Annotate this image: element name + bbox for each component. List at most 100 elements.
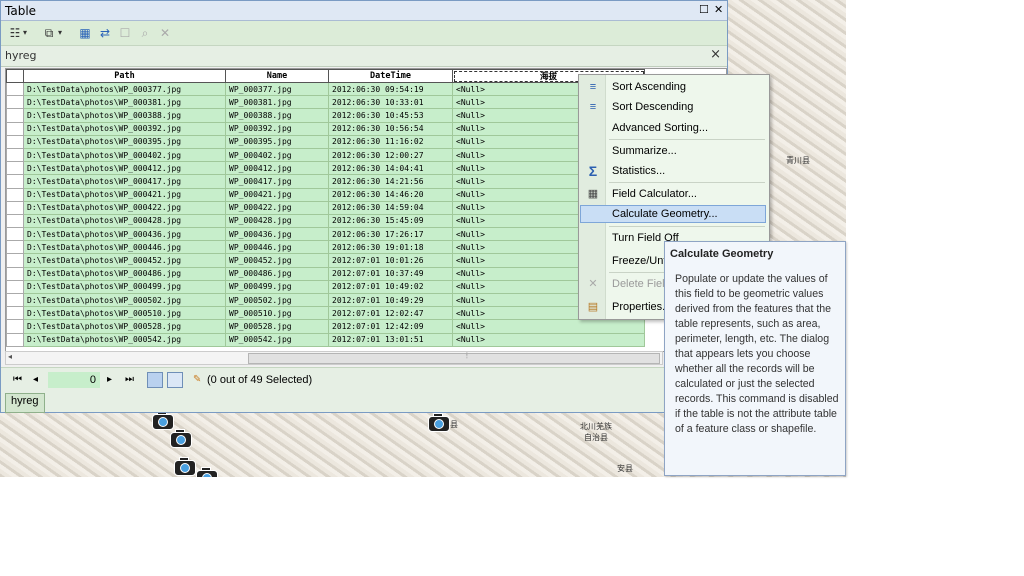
cell-path[interactable]: D:\TestData\photos\WP_000417.jpg	[23, 174, 226, 189]
row-selector[interactable]	[6, 187, 24, 202]
dropdown-arrow-icon[interactable]: ▾	[56, 25, 64, 41]
cell-datetime[interactable]: 2012:06:30 14:46:20	[328, 187, 453, 202]
camera-icon[interactable]	[428, 412, 450, 432]
zoom-to-selected-icon[interactable]: ⌕	[137, 25, 153, 41]
table-row[interactable]: D:\TestData\photos\WP_000392.jpg WP_00039…	[6, 121, 645, 136]
cell-path[interactable]: D:\TestData\photos\WP_000392.jpg	[23, 121, 226, 136]
row-selector[interactable]	[6, 319, 24, 334]
cell-name[interactable]: WP_000428.jpg	[225, 213, 329, 229]
cell-path[interactable]: D:\TestData\photos\WP_000422.jpg	[23, 200, 226, 215]
row-selector[interactable]	[6, 253, 24, 268]
row-selector[interactable]	[6, 332, 24, 347]
cell-path[interactable]: D:\TestData\photos\WP_000436.jpg	[23, 227, 226, 242]
row-selector[interactable]	[6, 200, 24, 215]
table-tab-name[interactable]: hyreg	[5, 49, 37, 62]
cell-datetime[interactable]: 2012:06:30 17:26:17	[328, 227, 453, 242]
cell-name[interactable]: WP_000412.jpg	[225, 161, 329, 176]
table-row[interactable]: D:\TestData\photos\WP_000422.jpg WP_00042…	[6, 200, 645, 215]
cell-name[interactable]: WP_000377.jpg	[225, 81, 329, 97]
table-row[interactable]: D:\TestData\photos\WP_000452.jpg WP_00045…	[6, 253, 645, 268]
row-selector[interactable]	[6, 161, 24, 176]
last-record-icon[interactable]: ⏭	[125, 374, 134, 385]
dropdown-arrow-icon[interactable]: ▾	[21, 25, 29, 41]
column-header-datetime[interactable]: DateTime	[328, 69, 453, 83]
table-row[interactable]: D:\TestData\photos\WP_000381.jpg WP_00038…	[6, 95, 645, 110]
menu-item-field-calculator[interactable]: ▦ Field Calculator...	[580, 185, 766, 203]
cell-name[interactable]: WP_000510.jpg	[225, 306, 329, 321]
cell-name[interactable]: WP_000422.jpg	[225, 200, 329, 215]
cell-datetime[interactable]: 2012:07:01 12:42:09	[328, 319, 453, 334]
table-row[interactable]: D:\TestData\photos\WP_000486.jpg WP_00048…	[6, 266, 645, 281]
scroll-thumb[interactable]	[248, 353, 660, 364]
table-row[interactable]: D:\TestData\photos\WP_000542.jpg WP_00054…	[6, 332, 645, 347]
cell-path[interactable]: D:\TestData\photos\WP_000542.jpg	[23, 332, 226, 347]
cell-datetime[interactable]: 2012:07:01 10:37:49	[328, 266, 453, 281]
row-selector[interactable]	[6, 227, 24, 242]
menu-item-sort-descending[interactable]: ≡ Sort Descending	[580, 98, 766, 116]
delete-selected-icon[interactable]: ✕	[157, 25, 173, 41]
cell-datetime[interactable]: 2012:06:30 10:56:54	[328, 121, 453, 136]
menu-item-sort-ascending[interactable]: ≡ Sort Ascending	[580, 78, 766, 96]
first-record-icon[interactable]: ⏮	[13, 374, 22, 385]
table-row[interactable]: D:\TestData\photos\WP_000528.jpg WP_00052…	[6, 319, 645, 334]
cell-path[interactable]: D:\TestData\photos\WP_000388.jpg	[23, 108, 226, 123]
camera-icon[interactable]	[170, 428, 192, 448]
row-selector[interactable]	[6, 292, 24, 308]
column-header-name[interactable]: Name	[225, 69, 329, 83]
cell-elevation[interactable]: <Null>	[452, 332, 645, 347]
cell-datetime[interactable]: 2012:06:30 14:59:04	[328, 200, 453, 215]
menu-item-advanced-sorting[interactable]: Advanced Sorting...	[580, 119, 766, 137]
clear-selection-icon[interactable]: ☐	[117, 25, 133, 41]
row-selector[interactable]	[6, 213, 24, 229]
cell-path[interactable]: D:\TestData\photos\WP_000428.jpg	[23, 213, 226, 229]
cell-datetime[interactable]: 2012:06:30 14:21:56	[328, 174, 453, 189]
table-row[interactable]: D:\TestData\photos\WP_000436.jpg WP_00043…	[6, 227, 645, 242]
table-row[interactable]: D:\TestData\photos\WP_000446.jpg WP_00044…	[6, 240, 645, 255]
table-row[interactable]: D:\TestData\photos\WP_000402.jpg WP_00040…	[6, 147, 645, 163]
next-record-icon[interactable]: ▸	[107, 374, 112, 385]
select-by-attributes-icon[interactable]: ▦	[77, 25, 93, 41]
cell-elevation[interactable]: <Null>	[452, 319, 645, 334]
scroll-left-icon[interactable]: ◂	[8, 352, 12, 361]
cell-name[interactable]: WP_000486.jpg	[225, 266, 329, 281]
cell-path[interactable]: D:\TestData\photos\WP_000412.jpg	[23, 161, 226, 176]
table-row[interactable]: D:\TestData\photos\WP_000388.jpg WP_00038…	[6, 108, 645, 123]
horizontal-scrollbar[interactable]: ◂ ⦙	[5, 351, 663, 365]
row-selector[interactable]	[6, 266, 24, 281]
menu-item-summarize[interactable]: Summarize...	[580, 142, 766, 160]
cell-name[interactable]: WP_000436.jpg	[225, 227, 329, 242]
row-selector[interactable]	[6, 306, 24, 321]
cell-name[interactable]: WP_000499.jpg	[225, 279, 329, 295]
cell-name[interactable]: WP_000388.jpg	[225, 108, 329, 123]
cell-name[interactable]: WP_000446.jpg	[225, 240, 329, 255]
cell-datetime[interactable]: 2012:06:30 09:54:19	[328, 81, 453, 97]
cell-name[interactable]: WP_000421.jpg	[225, 187, 329, 202]
table-row[interactable]: D:\TestData\photos\WP_000499.jpg WP_00049…	[6, 279, 645, 295]
menu-item-calculate-geometry[interactable]: Calculate Geometry...	[580, 205, 766, 223]
table-row[interactable]: D:\TestData\photos\WP_000395.jpg WP_00039…	[6, 134, 645, 149]
table-row[interactable]: D:\TestData\photos\WP_000502.jpg WP_00050…	[6, 292, 645, 308]
cell-path[interactable]: D:\TestData\photos\WP_000377.jpg	[23, 81, 226, 97]
cell-path[interactable]: D:\TestData\photos\WP_000421.jpg	[23, 187, 226, 202]
row-selector[interactable]	[6, 95, 24, 110]
camera-icon[interactable]	[174, 456, 196, 476]
cell-datetime[interactable]: 2012:06:30 19:01:18	[328, 240, 453, 255]
cell-name[interactable]: WP_000395.jpg	[225, 134, 329, 149]
cell-path[interactable]: D:\TestData\photos\WP_000381.jpg	[23, 95, 226, 110]
table-row[interactable]: D:\TestData\photos\WP_000377.jpg WP_00037…	[6, 81, 645, 97]
current-record-field[interactable]	[48, 372, 100, 388]
cell-datetime[interactable]: 2012:07:01 10:01:26	[328, 253, 453, 268]
close-tab-icon[interactable]: ×	[710, 47, 721, 62]
table-row[interactable]: D:\TestData\photos\WP_000412.jpg WP_00041…	[6, 161, 645, 176]
cell-name[interactable]: WP_000381.jpg	[225, 95, 329, 110]
camera-icon[interactable]	[196, 466, 218, 477]
row-selector[interactable]	[6, 174, 24, 189]
cell-path[interactable]: D:\TestData\photos\WP_000446.jpg	[23, 240, 226, 255]
cell-name[interactable]: WP_000417.jpg	[225, 174, 329, 189]
cell-path[interactable]: D:\TestData\photos\WP_000486.jpg	[23, 266, 226, 281]
cell-datetime[interactable]: 2012:06:30 14:04:41	[328, 161, 453, 176]
row-selector[interactable]	[6, 240, 24, 255]
row-selector-header[interactable]	[6, 69, 24, 83]
cell-datetime[interactable]: 2012:06:30 11:16:02	[328, 134, 453, 149]
title-bar[interactable]: Table ☐ ✕	[1, 1, 727, 21]
